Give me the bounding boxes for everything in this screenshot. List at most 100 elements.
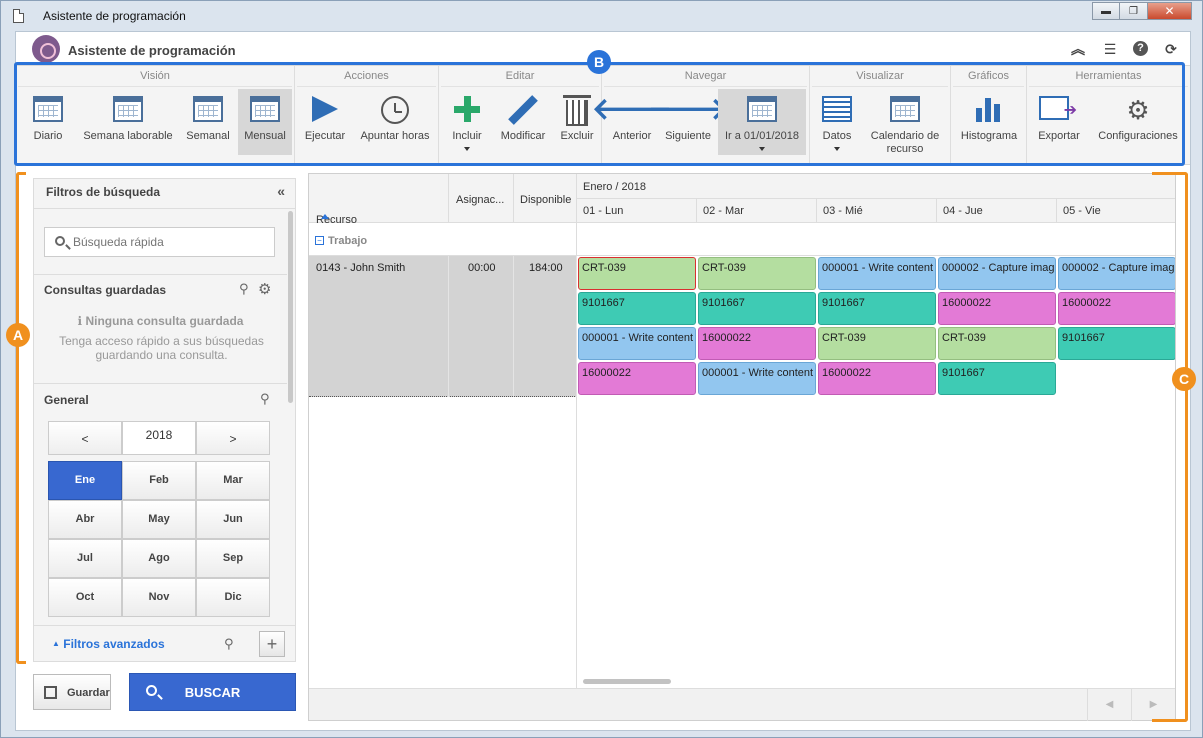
task-block[interactable]: 000002 - Capture image xyxy=(1058,257,1175,290)
include-button[interactable]: Incluir xyxy=(445,89,489,155)
view-daily-button[interactable]: Diario xyxy=(30,89,66,155)
next-year-button[interactable]: > xyxy=(196,421,270,455)
month-button[interactable]: Abr xyxy=(48,500,122,539)
page-prev-button[interactable]: ◀ xyxy=(1087,689,1131,721)
month-button[interactable]: Sep xyxy=(196,539,270,578)
group-title: Visualizar xyxy=(856,70,904,82)
advanced-filters-toggle[interactable]: ▲ Filtros avanzados xyxy=(52,637,165,651)
list-icon[interactable]: ☰ xyxy=(1101,41,1119,57)
task-block[interactable]: 9101667 xyxy=(578,292,696,325)
month-button[interactable]: Jul xyxy=(48,539,122,578)
trash-icon xyxy=(563,95,591,126)
resource-name: 0143 - John Smith xyxy=(316,262,406,274)
resource-row[interactable]: 0143 - John Smith 00:00 184:00 xyxy=(309,256,577,397)
collapse-group-icon[interactable]: − xyxy=(315,236,324,245)
task-block[interactable]: CRT-039 xyxy=(578,257,696,290)
task-block[interactable]: CRT-039 xyxy=(698,257,816,290)
task-block[interactable]: 000001 - Write content xyxy=(578,327,696,360)
task-block[interactable]: 000002 - Capture image xyxy=(938,257,1056,290)
resource-column-header[interactable]: Recurso xyxy=(309,174,449,226)
pager: ◀ ▶ xyxy=(1087,689,1175,721)
month-button[interactable]: Mar xyxy=(196,461,270,500)
refresh-icon[interactable]: ⟳ xyxy=(1162,41,1180,57)
task-block[interactable]: 9101667 xyxy=(698,292,816,325)
task-block[interactable]: 000001 - Write content xyxy=(698,362,816,395)
month-button[interactable]: Dic xyxy=(196,578,270,617)
month-button[interactable]: Ene xyxy=(48,461,122,500)
month-button[interactable]: Feb xyxy=(122,461,196,500)
month-header: Enero / 2018 xyxy=(577,174,1175,199)
day-label: 05 - Vie xyxy=(1063,205,1101,217)
gear-icon[interactable]: ⚙ xyxy=(258,280,271,298)
calendar-goto-icon xyxy=(747,96,777,122)
chevrons-up-icon[interactable]: ︽ xyxy=(1069,41,1087,57)
task-block[interactable]: 000001 - Write content xyxy=(818,257,936,290)
maximize-button[interactable]: ❐ xyxy=(1120,2,1148,20)
view-monthly-button[interactable]: Mensual xyxy=(238,89,292,155)
button-label: Datos xyxy=(822,130,852,142)
horizontal-scrollbar[interactable] xyxy=(583,679,671,684)
go-to-date-button[interactable]: Ir a 01/01/2018 xyxy=(718,89,806,155)
highlight-schedule-bottom xyxy=(1152,719,1180,722)
settings-button[interactable]: ⚙ Configuraciones xyxy=(1089,89,1187,155)
panel-scrollbar[interactable] xyxy=(288,211,293,403)
button-label: Diario xyxy=(33,130,63,142)
month-button[interactable]: Jun xyxy=(196,500,270,539)
assigned-column-header[interactable]: Asignac... xyxy=(449,174,514,223)
task-block[interactable]: 9101667 xyxy=(938,362,1056,395)
filters-title: Filtros de búsqueda xyxy=(46,185,161,199)
help-icon[interactable]: ? xyxy=(1133,41,1148,56)
add-filter-button[interactable]: + xyxy=(259,631,285,657)
view-workweek-button[interactable]: Semana laborable xyxy=(78,89,178,155)
task-block[interactable]: 16000022 xyxy=(938,292,1056,325)
quick-search-input[interactable] xyxy=(73,235,268,249)
clear-broom-icon[interactable]: ⚲ xyxy=(239,281,249,297)
task-block[interactable]: 9101667 xyxy=(818,292,936,325)
task-block[interactable]: CRT-039 xyxy=(938,327,1056,360)
page-next-button[interactable]: ▶ xyxy=(1131,689,1175,721)
resource-cell: 0143 - John Smith xyxy=(309,256,449,397)
month-button[interactable]: Nov xyxy=(122,578,196,617)
available-column-header[interactable]: Disponible xyxy=(514,174,577,223)
year-navigator: < 2018 > xyxy=(48,421,270,455)
clear-broom-icon[interactable]: ⚲ xyxy=(260,391,270,407)
save-button[interactable]: Guardar xyxy=(33,674,111,710)
header-actions: ︽ ☰ ? ⟳ xyxy=(1069,41,1180,57)
task-block[interactable]: 9101667 xyxy=(1058,327,1175,360)
month-button[interactable]: Ago xyxy=(122,539,196,578)
schedule-footer: ◀ ▶ xyxy=(309,688,1175,721)
clear-broom-icon[interactable]: ⚲ xyxy=(224,636,234,652)
prev-year-button[interactable]: < xyxy=(48,421,122,455)
task-block[interactable]: 16000022 xyxy=(818,362,936,395)
next-button[interactable]: 🡒 Siguiente xyxy=(648,89,728,155)
ribbon-group-tools: Herramientas Exportar ⚙ Configuraciones xyxy=(1027,66,1190,166)
collapse-panel-icon[interactable]: « xyxy=(277,183,285,199)
modify-button[interactable]: Modificar xyxy=(495,89,551,155)
log-hours-button[interactable]: Apuntar horas xyxy=(355,89,435,155)
advanced-filters-label: Filtros avanzados xyxy=(63,637,165,651)
bar-chart-icon xyxy=(976,96,1002,122)
day-header: 05 - Vie xyxy=(1057,199,1175,222)
task-block[interactable]: CRT-039 xyxy=(818,327,936,360)
button-label: Modificar xyxy=(500,130,546,142)
month-button[interactable]: May xyxy=(122,500,196,539)
task-block[interactable]: 16000022 xyxy=(698,327,816,360)
resource-calendar-button[interactable]: Calendario de recurso xyxy=(862,89,948,155)
available-value: 184:00 xyxy=(529,262,563,274)
group-title: Editar xyxy=(505,70,535,82)
task-block[interactable]: 16000022 xyxy=(1058,292,1175,325)
task-block[interactable]: 16000022 xyxy=(578,362,696,395)
data-button[interactable]: Datos xyxy=(814,89,860,155)
group-row-work[interactable]: − Trabajo xyxy=(309,223,577,256)
execute-button[interactable]: Ejecutar xyxy=(301,89,349,155)
histogram-button[interactable]: Histograma xyxy=(955,89,1023,155)
month-button[interactable]: Oct xyxy=(48,578,122,617)
close-button[interactable]: ✕ xyxy=(1148,2,1192,20)
search-button[interactable]: BUSCAR xyxy=(129,673,296,711)
sort-ascending-icon xyxy=(321,214,329,219)
view-weekly-button[interactable]: Semanal xyxy=(182,89,234,155)
minimize-button[interactable]: ▬ xyxy=(1092,2,1120,20)
saved-queries-title: Consultas guardadas xyxy=(44,283,167,297)
month-label: Enero / 2018 xyxy=(583,181,646,193)
export-button[interactable]: Exportar xyxy=(1031,89,1087,155)
